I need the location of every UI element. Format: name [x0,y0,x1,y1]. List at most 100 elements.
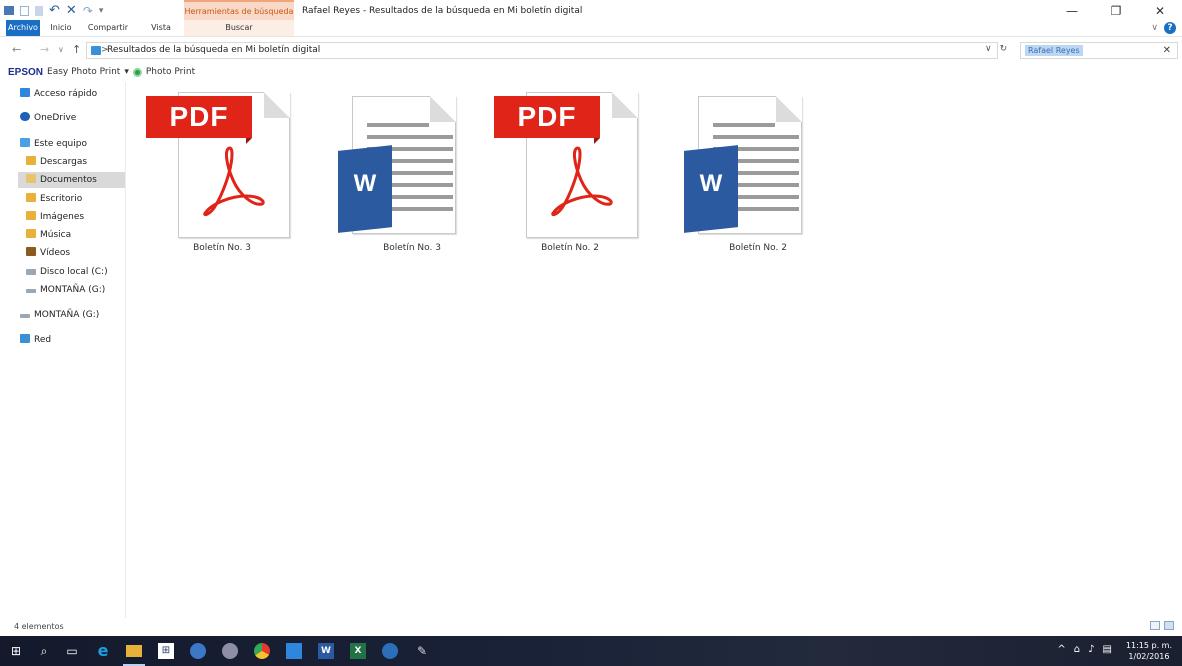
app-icon[interactable] [222,643,238,659]
acrobat-logo-icon [203,146,265,217]
view-buttons [1150,621,1174,630]
file-item[interactable]: PDF Boletín No. 2 [490,86,658,262]
easy-photo-print-dropdown-icon[interactable]: ▾ [124,67,129,77]
address-field[interactable]: > Resultados de la búsqueda en Mi boletí… [86,42,998,59]
nav-item-acceso-rapido[interactable]: Acceso rápido [20,86,97,102]
search-icon[interactable]: ⌕ [36,643,52,659]
pdf-badge: PDF [494,96,600,144]
documents-folder-icon [26,174,36,183]
details-view-icon[interactable] [1150,621,1160,630]
file-explorer-icon[interactable] [126,645,142,657]
nav-item-escritorio[interactable]: Escritorio [26,191,82,207]
up-button[interactable]: ↑ [72,43,81,56]
recent-locations-button[interactable]: ∨ [58,45,64,54]
text-line [713,123,775,127]
system-tray: ^ ⌂ ♪ ▤ [1057,644,1112,655]
desktop-folder-icon [26,193,36,202]
refresh-icon[interactable]: ↻ [1000,44,1008,54]
nav-item-este-equipo[interactable]: Este equipo [20,136,87,152]
star-icon [20,88,30,97]
photos-icon[interactable] [286,643,302,659]
file-name[interactable]: Boletín No. 2 [490,243,650,253]
delete-icon[interactable]: ✕ [66,3,77,18]
file-item[interactable]: PDF Boletín No. 3 [142,86,310,262]
close-button[interactable]: ✕ [1138,0,1182,22]
nav-item-musica[interactable]: Música [26,227,71,243]
tab-compartir[interactable]: Compartir [84,20,132,36]
tab-vista[interactable]: Vista [148,20,174,36]
undo-icon[interactable]: ↶ [49,3,60,18]
chrome-icon[interactable] [254,643,270,659]
forward-button[interactable]: → [40,43,49,56]
back-button[interactable]: ← [12,43,21,56]
file-name[interactable]: Boletín No. 3 [332,243,492,253]
page-fold [776,96,802,122]
store-icon[interactable]: ⊞ [158,643,174,659]
tab-buscar[interactable]: Buscar [184,20,294,36]
address-bar: ← → ∨ ↑ > Resultados de la búsqueda en M… [0,40,1182,62]
search-query[interactable]: Rafael Reyes [1025,45,1083,56]
nav-item-documentos[interactable]: Documentos [18,172,125,188]
start-icon[interactable]: ⊞ [8,643,24,659]
customize-toolbar-icon[interactable]: ▾ [99,6,104,16]
expand-ribbon-icon[interactable]: ∨ [1151,23,1158,33]
easy-photo-print-button[interactable]: Easy Photo Print [47,67,120,77]
volume-icon[interactable]: ♪ [1088,644,1094,655]
tray-expand-icon[interactable]: ^ [1057,644,1065,655]
redo-icon[interactable]: ↷ [83,4,93,18]
task-view-icon[interactable]: ▭ [64,643,80,659]
nav-item-montana-g-root[interactable]: MONTAÑA (G:) [20,307,99,323]
address-dropdown-icon[interactable]: ∨ [985,44,992,54]
edge-icon[interactable]: e [95,643,111,659]
file-name[interactable]: Boletín No. 3 [142,243,302,253]
quick-access-toolbar: ↶ ✕ ↷ ▾ [4,3,103,18]
tab-inicio[interactable]: Inicio [48,20,74,36]
tab-archivo[interactable]: Archivo [6,20,40,36]
app-icon[interactable] [190,643,206,659]
pdf-badge: PDF [146,96,252,144]
paint-icon[interactable]: ✎ [414,643,430,659]
clock-date: 1/02/2016 [1128,652,1170,661]
epson-toolbar: EPSON Easy Photo Print ▾ Photo Print [0,64,1182,80]
ribbon-right-controls: ∨ ? [1151,22,1176,34]
minimize-button[interactable]: — [1050,0,1094,22]
properties-icon[interactable] [20,5,29,16]
word-icon[interactable]: W [318,643,334,659]
large-icons-view-icon[interactable] [1164,621,1174,630]
nav-item-red[interactable]: Red [20,332,51,348]
clock[interactable]: 11:15 p. m. 1/02/2016 [1126,640,1172,662]
network-status-icon[interactable]: ⌂ [1074,644,1080,655]
excel-icon[interactable]: X [350,643,366,659]
help-icon[interactable]: ? [1164,22,1176,34]
file-name[interactable]: Boletín No. 2 [678,243,838,253]
status-bar: 4 elementos [0,618,1182,636]
network-icon [20,334,30,343]
file-item[interactable]: W Boletín No. 2 [678,86,846,262]
action-center-icon[interactable]: ▤ [1103,644,1112,655]
nav-item-onedrive[interactable]: OneDrive [20,110,76,126]
download-folder-icon [26,156,36,165]
acrobat-logo-icon [551,146,613,217]
new-folder-icon[interactable] [35,5,43,16]
maximize-button[interactable]: ❐ [1094,0,1138,22]
app-icon[interactable] [382,643,398,659]
photo-print-button[interactable]: Photo Print [146,67,195,77]
nav-item-videos[interactable]: Vídeos [26,245,70,261]
word-logo-icon: W [684,145,738,233]
nav-item-descargas[interactable]: Descargas [26,154,87,170]
epson-logo: EPSON [8,66,44,78]
word-logo-icon: W [338,145,392,233]
nav-item-montana-g[interactable]: MONTAÑA (G:) [26,282,105,298]
nav-item-disco-local-c[interactable]: Disco local (C:) [26,264,108,280]
breadcrumb-path[interactable]: Resultados de la búsqueda en Mi boletín … [107,43,320,58]
clear-search-button[interactable]: ✕ [1163,43,1171,58]
search-input[interactable]: Rafael Reyes ✕ [1020,42,1178,59]
file-item[interactable]: W Boletín No. 3 [332,86,500,262]
photo-print-icon [132,67,142,77]
title-bar: ↶ ✕ ↷ ▾ Herramientas de búsqueda Rafael … [0,0,1182,20]
page-fold [612,92,638,118]
nav-item-imagenes[interactable]: Imágenes [26,209,84,225]
page-fold [430,96,456,122]
ribbon-tabs: Archivo Inicio Compartir Vista Buscar [0,20,1182,37]
folder-icon[interactable] [4,6,14,15]
